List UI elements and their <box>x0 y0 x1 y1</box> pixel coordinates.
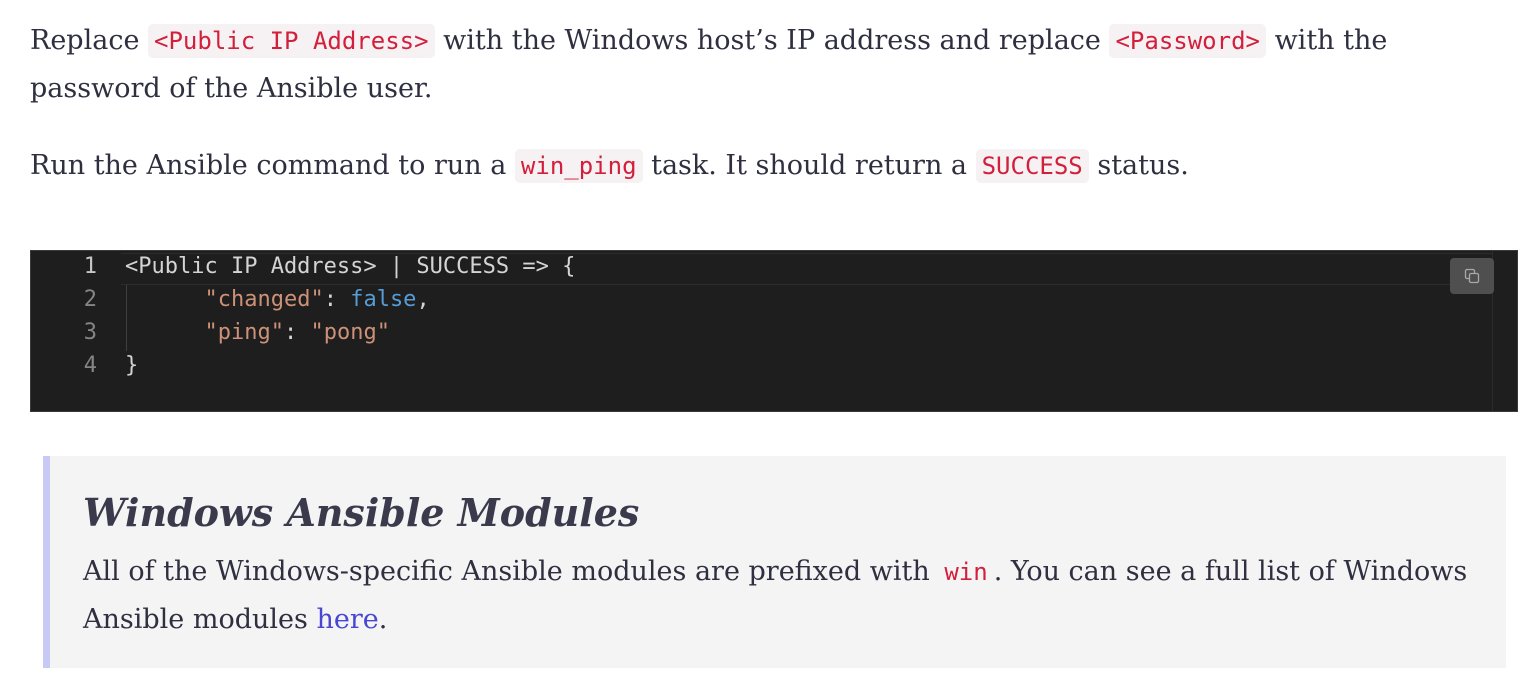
line-number: 3 <box>83 320 97 345</box>
callout-title: Windows Ansible Modules <box>83 490 640 535</box>
code-block[interactable]: 1 2 3 4 <Public IP Address> | SUCCESS =>… <box>30 250 1518 412</box>
line-number-gutter: 1 2 3 4 <box>31 251 101 411</box>
line-number: 2 <box>83 287 97 312</box>
callout-body: All of the Windows-specific Ansible modu… <box>83 556 1468 635</box>
inline-code-win-ping: win_ping <box>514 149 643 183</box>
code-line-2: "changed": false, <box>204 287 430 312</box>
code-line-1: <Public IP Address> | SUCCESS => { <box>125 254 576 279</box>
inline-code-password: <Password> <box>1109 24 1266 58</box>
callout-box: Windows Ansible Modules All of the Windo… <box>43 456 1506 668</box>
inline-code-public-ip: <Public IP Address> <box>148 24 435 58</box>
line-number: 4 <box>83 353 97 378</box>
code-line-3: "ping": "pong" <box>204 320 390 345</box>
paragraph-replace-instructions: Replace <Public IP Address> with the Win… <box>30 24 1388 104</box>
copy-button[interactable] <box>1450 258 1494 294</box>
code-line-4: } <box>125 353 139 378</box>
paragraph-run-command: Run the Ansible command to run a win_pin… <box>30 149 1189 183</box>
windows-modules-link[interactable]: here <box>316 604 378 635</box>
inline-code-win: win <box>944 558 988 586</box>
copy-icon <box>1464 268 1480 284</box>
inline-code-success: SUCCESS <box>975 149 1089 183</box>
vertical-scrollbar[interactable] <box>1492 251 1517 411</box>
line-number: 1 <box>83 254 97 279</box>
